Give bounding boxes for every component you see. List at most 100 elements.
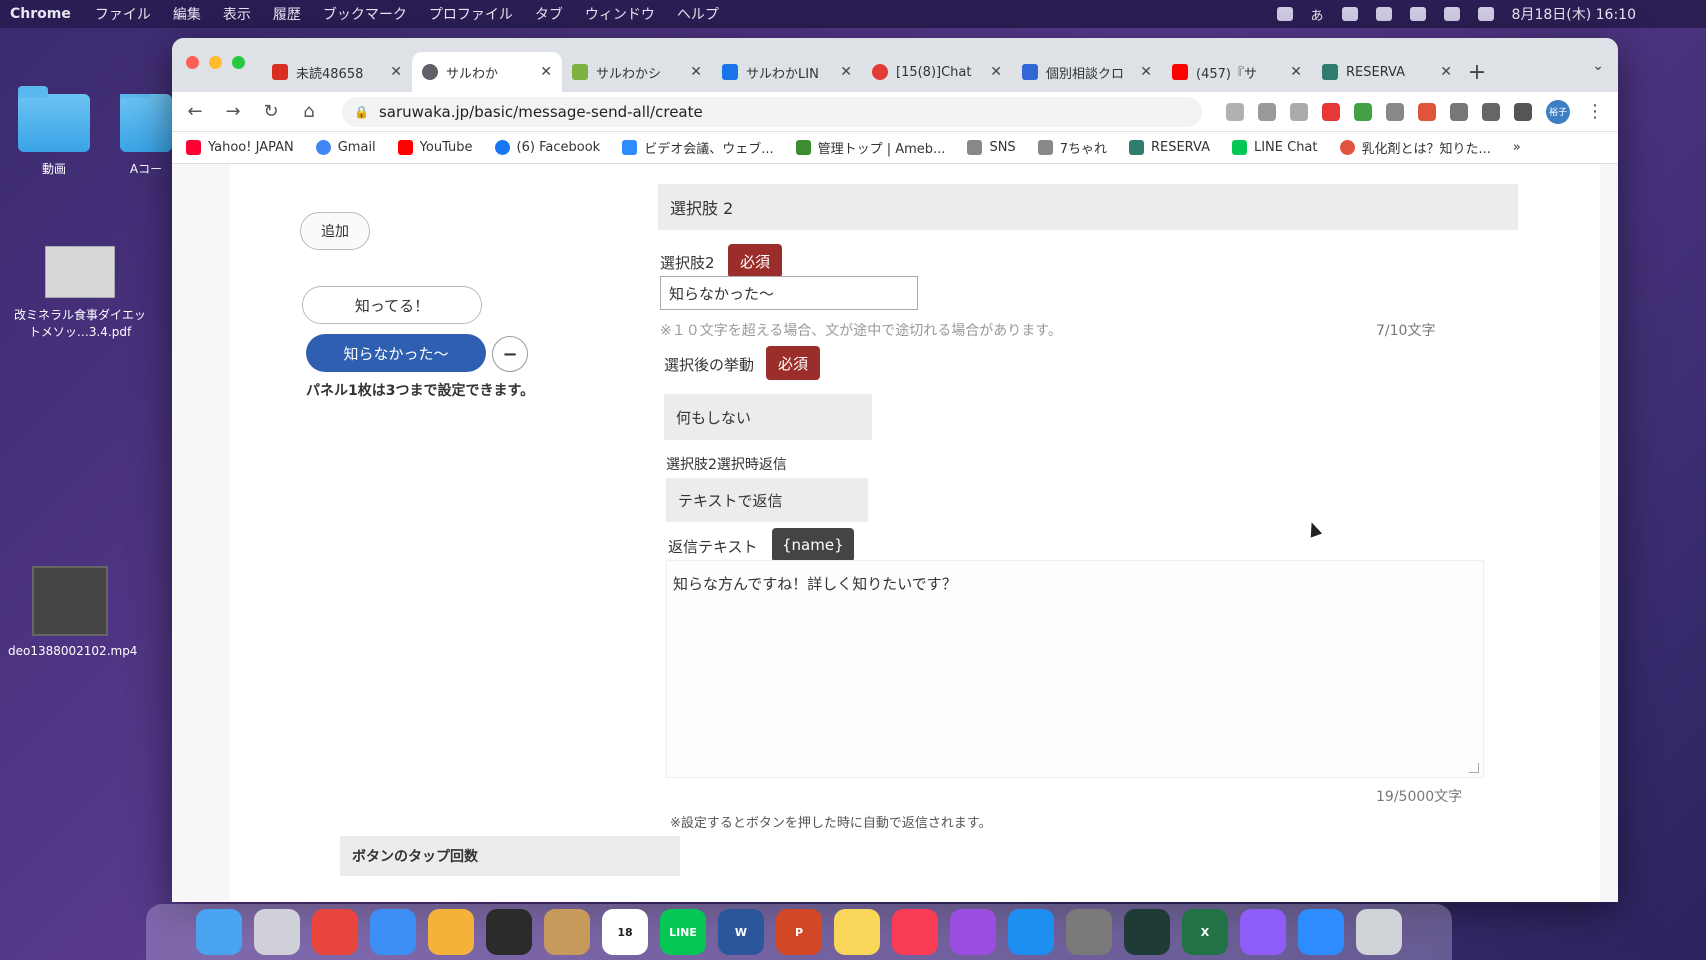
tab-close-icon[interactable]: ✕ [1290,64,1302,80]
bookmark-star-icon[interactable] [1290,102,1308,121]
word-app-icon[interactable]: W [718,909,764,955]
menu-help[interactable]: ヘルプ [677,4,719,24]
side-panel-icon[interactable] [1514,102,1532,121]
tab-youtube[interactable]: (457)『サ ✕ [1162,52,1312,92]
tab-close-icon[interactable]: ✕ [540,64,552,80]
tab-consultation[interactable]: 個別相談クロ ✕ [1012,52,1162,92]
choice-text-input[interactable]: 知らなかった〜 [660,276,918,310]
menu-bookmarks[interactable]: ブックマーク [323,4,407,24]
chrome-app-icon[interactable] [312,909,358,955]
spotlight-search-icon[interactable] [1409,7,1426,21]
tab-close-icon[interactable]: ✕ [1140,64,1152,80]
trash-app-icon[interactable] [1356,909,1402,955]
zoom-app-icon[interactable] [1298,909,1344,955]
obs-app-icon[interactable] [486,909,532,955]
bookmark-folder-sns[interactable]: SNS [967,140,1016,155]
share-icon[interactable] [1258,102,1276,121]
app-store-app-icon[interactable] [1008,909,1054,955]
youtube-extension-icon[interactable] [1322,102,1340,121]
bookmark-zoom[interactable]: ビデオ会議、ウェブ... [622,138,774,157]
bookmark-reserva[interactable]: RESERVA [1128,140,1210,155]
line-status-icon[interactable] [1276,7,1293,21]
url-text[interactable]: saruwaka.jp/basic/message-send-all/creat… [379,103,703,121]
calendar-app-icon[interactable]: 18 [602,909,648,955]
desktop-folder-videos[interactable]: 動画 [14,86,94,177]
chat-extension-icon[interactable] [1450,102,1468,121]
lock-icon[interactable]: 🔒 [354,105,369,119]
tab-saruwaka-line[interactable]: サルわかLIN ✕ [712,52,862,92]
bookmark-line-chat[interactable]: LINE Chat [1231,140,1318,155]
finder-app-icon[interactable] [196,909,242,955]
close-window-button[interactable] [186,56,199,69]
clover-extension-icon[interactable] [1354,102,1372,121]
remove-choice-button[interactable]: − [492,336,528,372]
name-placeholder-tag[interactable]: {name} [772,528,854,562]
tab-saruwaka-system[interactable]: サルわかシ ✕ [562,52,712,92]
action-select[interactable]: 何もしない [664,394,872,440]
new-tab-plus-icon[interactable]: + [1462,52,1492,92]
bookmarks-overflow-chevron-icon[interactable]: » [1513,140,1521,155]
wifi-icon[interactable] [1375,7,1392,21]
menu-window[interactable]: ウィンドウ [585,4,655,24]
menu-tab[interactable]: タブ [535,4,563,24]
menu-app-name[interactable]: Chrome [10,6,71,22]
kebab-menu-icon[interactable]: ⋮ [1584,101,1606,122]
control-center-icon[interactable] [1443,7,1460,21]
camera-extension-icon[interactable] [1386,102,1404,121]
battery-icon[interactable] [1341,7,1358,21]
bookmark-ameba[interactable]: 管理トップ | Ameb... [795,138,945,157]
home-icon[interactable]: ⌂ [298,101,320,122]
music-app-icon[interactable] [892,909,938,955]
messenger-app-icon[interactable] [1240,909,1286,955]
mail-app-icon[interactable] [370,909,416,955]
desktop-file-video[interactable]: deo1388002102.mp4 [8,566,137,658]
address-bar[interactable]: 🔒 saruwaka.jp/basic/message-send-all/cre… [342,96,1202,127]
tab-saruwaka[interactable]: サルわか ✕ [412,52,562,92]
tab-chat[interactable]: [15(8)]Chat ✕ [862,52,1012,92]
tab-close-icon[interactable]: ✕ [690,64,702,80]
filmora-app-icon[interactable] [1124,909,1170,955]
minimize-window-button[interactable] [209,56,222,69]
powerpoint-app-icon[interactable]: P [776,909,822,955]
excel-app-icon[interactable]: X [1182,909,1228,955]
puzzle-extensions-icon[interactable] [1482,102,1500,121]
red-extension-icon[interactable] [1418,102,1436,121]
bookmark-facebook[interactable]: (6) Facebook [494,140,600,155]
forward-arrow-icon[interactable]: → [222,101,244,122]
menu-view[interactable]: 表示 [223,4,251,24]
tab-reserva[interactable]: RESERVA ✕ [1312,52,1462,92]
tab-search-chevron-icon[interactable]: ⌄ [1592,58,1604,74]
photos-app-icon[interactable] [428,909,474,955]
notes-app-icon[interactable] [834,909,880,955]
reply-text-area[interactable]: 知らな方んですね！詳しく知りたいです？ [666,560,1484,778]
reply-text-value[interactable]: 知らな方んですね！詳しく知りたいです？ [673,575,957,593]
menu-profile[interactable]: プロファイル [429,4,513,24]
tab-close-icon[interactable]: ✕ [840,64,852,80]
menu-edit[interactable]: 編集 [173,4,201,24]
tab-close-icon[interactable]: ✕ [1440,64,1452,80]
contacts-app-icon[interactable] [544,909,590,955]
system-preferences-app-icon[interactable] [1066,909,1112,955]
choice-1-preview-button[interactable]: 知ってる！ [302,286,482,324]
desktop-file-pdf[interactable]: 改ミネラル食事ダイエットメソッ…3.4.pdf [10,246,150,340]
line-app-icon[interactable]: LINE [660,909,706,955]
menu-clock[interactable]: 8月18日(木) 16:10 [1512,4,1636,24]
launchpad-app-icon[interactable] [254,909,300,955]
siri-icon[interactable] [1477,7,1494,21]
tab-close-icon[interactable]: ✕ [390,64,402,80]
bookmark-yahoo[interactable]: Yahoo! JAPAN [186,140,294,155]
menu-file[interactable]: ファイル [95,4,151,24]
menu-history[interactable]: 履歴 [273,4,301,24]
tab-close-icon[interactable]: ✕ [990,64,1002,80]
ime-indicator[interactable]: あ [1311,5,1324,24]
bookmark-gmail[interactable]: Gmail [315,140,376,155]
reply-type-select[interactable]: テキストで返信 [666,478,868,522]
profile-avatar[interactable]: 裕子 [1546,99,1570,124]
tab-gmail[interactable]: 未読48658 ✕ [262,52,412,92]
bookmark-youtube[interactable]: YouTube [397,140,473,155]
desktop-folder-a[interactable]: Aコー [120,94,172,177]
resize-handle-icon[interactable] [1469,763,1479,773]
back-arrow-icon[interactable]: ← [184,101,206,122]
bookmark-emulsifier[interactable]: 乳化剤とは？知りた... [1339,138,1491,157]
reload-icon[interactable]: ↻ [260,101,282,122]
